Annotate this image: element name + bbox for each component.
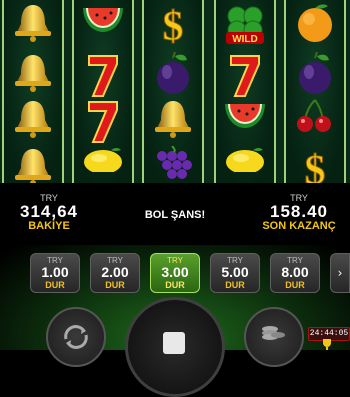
orange-icon xyxy=(294,2,336,44)
spin-button[interactable] xyxy=(125,297,225,397)
plum-icon xyxy=(295,52,335,96)
bet-value: 5.00 xyxy=(221,264,249,280)
bet-controls: TRY 1.00 DUR TRY 2.00 DUR TRY 3.00 DUR T… xyxy=(0,245,350,397)
bet-value: 8.00 xyxy=(281,264,309,280)
bell-icon xyxy=(151,98,195,138)
chevron-right-icon: › xyxy=(337,266,343,280)
reel-2 xyxy=(72,0,134,183)
plum-icon xyxy=(153,52,193,96)
last-win-label: SON KAZANÇ xyxy=(262,220,336,232)
reel-5: $ xyxy=(284,0,346,183)
watermelon-icon xyxy=(81,2,125,36)
coins-icon xyxy=(262,326,285,340)
last-win-amount: 158.40 xyxy=(270,202,328,221)
bet-value: 1.00 xyxy=(41,264,69,280)
svg-text:$: $ xyxy=(305,148,326,183)
dollar-icon: $ xyxy=(298,146,332,184)
cherries-icon xyxy=(295,98,335,134)
grapes-icon xyxy=(152,146,194,180)
lemon-icon xyxy=(81,146,125,172)
balance-label: BAKİYE xyxy=(28,220,70,232)
bet-label: DUR xyxy=(225,280,245,290)
bet-button-5[interactable]: TRY 8.00 DUR xyxy=(270,253,320,293)
seven-icon xyxy=(85,52,121,98)
bell-icon xyxy=(11,98,55,138)
seven-icon xyxy=(227,52,263,98)
autoplay-button[interactable] xyxy=(46,307,106,367)
bell-icon xyxy=(11,52,55,92)
stop-icon xyxy=(163,332,185,354)
bet-button-2[interactable]: TRY 2.00 DUR xyxy=(90,253,140,293)
reel-1 xyxy=(2,0,64,183)
watermelon-icon xyxy=(223,98,267,132)
reel-4: WILD xyxy=(214,0,276,183)
reel-area: $ WILD $ xyxy=(0,0,350,183)
bet-label: DUR xyxy=(165,280,185,290)
bet-button-3[interactable]: TRY 3.00 DUR xyxy=(150,253,200,293)
info-bar: TRY 314,64 BAKİYE BOL ŞANS! TRY 158.40 S… xyxy=(0,183,350,245)
bet-button-1[interactable]: TRY 1.00 DUR xyxy=(30,253,80,293)
more-bets-button[interactable]: › xyxy=(330,253,350,293)
bet-button-4[interactable]: TRY 5.00 DUR xyxy=(210,253,260,293)
bet-value: 3.00 xyxy=(161,264,189,280)
last-win-panel: TRY 158.40 SON KAZANÇ xyxy=(258,193,340,232)
dollar-icon: $ xyxy=(156,2,190,49)
bet-settings-button[interactable] xyxy=(244,307,304,367)
bet-label: DUR xyxy=(45,280,65,290)
bet-label: DUR xyxy=(285,280,305,290)
autoplay-icon xyxy=(64,325,88,349)
svg-text:WILD: WILD xyxy=(232,34,258,45)
trophy-icon[interactable] xyxy=(318,339,336,351)
bell-icon xyxy=(11,2,55,42)
reel-3: $ xyxy=(142,0,204,183)
lemon-icon xyxy=(223,146,267,172)
bet-label: DUR xyxy=(105,280,125,290)
bet-value: 2.00 xyxy=(101,264,129,280)
svg-text:$: $ xyxy=(163,4,184,48)
seven-icon xyxy=(85,98,121,144)
clover-wild-icon: WILD xyxy=(222,2,268,48)
bell-icon xyxy=(11,146,55,183)
